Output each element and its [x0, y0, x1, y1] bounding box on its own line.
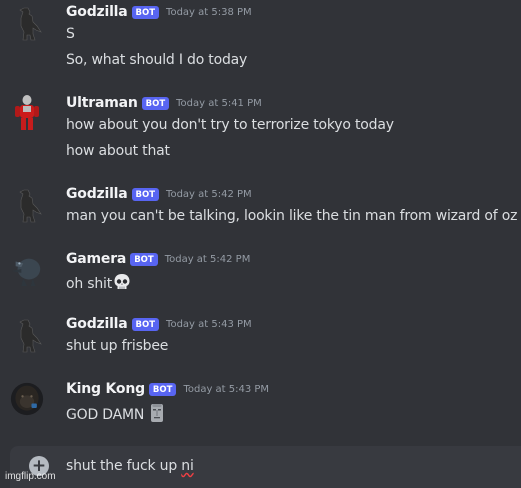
misspelled-word: ni	[181, 458, 194, 474]
gamera-avatar-icon	[11, 258, 41, 287]
imgflip-watermark: imgflip.com	[5, 471, 56, 482]
message-composer[interactable]: + shut the fuck up ni	[10, 446, 521, 488]
message-text: how about you don't try to terrorize tok…	[66, 117, 394, 133]
author-name[interactable]: Ultraman	[66, 95, 138, 111]
king-kong-avatar-icon	[10, 382, 44, 416]
message-text: oh shit	[66, 273, 131, 295]
message-text: S	[66, 26, 75, 42]
message-text: man you can't be talking, lookin like th…	[66, 208, 518, 224]
avatar[interactable]	[10, 6, 44, 41]
skull-emoji-icon	[113, 273, 131, 295]
godzilla-avatar-icon	[19, 7, 42, 41]
godzilla-avatar-icon	[19, 189, 42, 223]
bot-badge: BOT	[131, 317, 160, 331]
author-name[interactable]: King Kong	[66, 381, 145, 397]
avatar[interactable]	[10, 382, 44, 416]
message-text-content: oh shit	[66, 276, 113, 292]
timestamp: Today at 5:43 PM	[166, 318, 252, 330]
author-name[interactable]: Gamera	[66, 251, 126, 267]
author-name[interactable]: Godzilla	[66, 316, 128, 332]
message-text-content: GOD DAMN	[66, 407, 145, 423]
author-name[interactable]: Godzilla	[66, 4, 128, 20]
message-text: So, what should I do today	[66, 52, 248, 68]
avatar[interactable]	[10, 318, 44, 353]
avatar[interactable]	[10, 95, 44, 130]
author-name[interactable]: Godzilla	[66, 186, 128, 202]
timestamp: Today at 5:38 PM	[166, 6, 252, 18]
avatar[interactable]	[10, 188, 44, 223]
message-input[interactable]: shut the fuck up ni	[66, 458, 194, 474]
timestamp: Today at 5:42 PM	[166, 188, 252, 200]
godzilla-avatar-icon	[19, 319, 42, 353]
message-text: GOD DAMN	[66, 403, 165, 427]
bot-badge: BOT	[131, 5, 160, 19]
typed-text: shut the fuck up	[66, 458, 182, 474]
message-text: shut up frisbee	[66, 338, 169, 354]
avatar[interactable]	[10, 253, 44, 287]
bot-badge: BOT	[130, 252, 158, 266]
bot-badge: BOT	[131, 187, 160, 201]
message-text: how about that	[66, 143, 170, 159]
timestamp: Today at 5:42 PM	[164, 253, 251, 265]
timestamp: Today at 5:43 PM	[183, 383, 270, 395]
moai-emoji-icon	[149, 403, 165, 427]
bot-badge: BOT	[148, 382, 177, 396]
timestamp: Today at 5:41 PM	[176, 97, 262, 109]
ultraman-avatar-icon	[15, 95, 39, 130]
bot-badge: BOT	[141, 96, 170, 110]
